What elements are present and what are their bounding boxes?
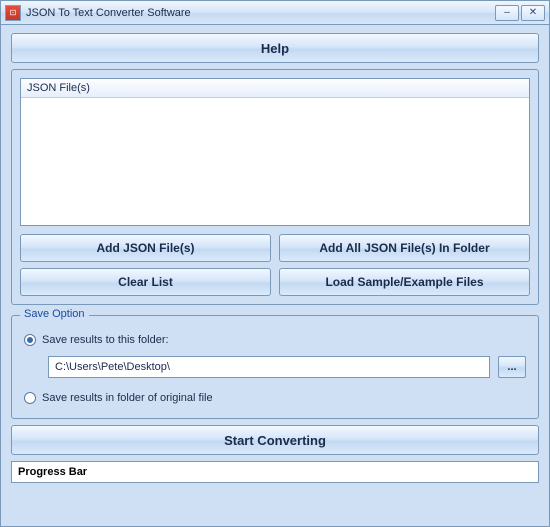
radio-to-folder[interactable] — [24, 334, 36, 346]
titlebar: ⊡ JSON To Text Converter Software – ✕ — [1, 1, 549, 25]
help-button[interactable]: Help — [11, 33, 539, 63]
file-section: JSON File(s) Add JSON File(s) Add All JS… — [11, 69, 539, 305]
clear-list-button[interactable]: Clear List — [20, 268, 271, 296]
app-icon: ⊡ — [5, 5, 21, 21]
radio-row-to-folder[interactable]: Save results to this folder: — [24, 334, 526, 346]
radio-original-label: Save results in folder of original file — [42, 392, 213, 404]
app-window: ⊡ JSON To Text Converter Software – ✕ He… — [0, 0, 550, 527]
save-option-group: Save Option Save results to this folder:… — [11, 315, 539, 419]
minimize-button[interactable]: – — [495, 5, 519, 21]
add-folder-button[interactable]: Add All JSON File(s) In Folder — [279, 234, 530, 262]
path-row: C:\Users\Pete\Desktop\ ... — [24, 350, 526, 388]
save-option-title: Save Option — [20, 308, 89, 320]
start-converting-button[interactable]: Start Converting — [11, 425, 539, 455]
file-list-header: JSON File(s) — [21, 79, 529, 98]
window-title: JSON To Text Converter Software — [26, 7, 493, 19]
radio-to-folder-label: Save results to this folder: — [42, 334, 169, 346]
file-list-container: JSON File(s) — [12, 70, 538, 234]
file-list[interactable]: JSON File(s) — [20, 78, 530, 226]
add-json-files-button[interactable]: Add JSON File(s) — [20, 234, 271, 262]
progress-bar: Progress Bar — [11, 461, 539, 483]
button-row-2: Clear List Load Sample/Example Files — [12, 268, 538, 296]
client-area: Help JSON File(s) Add JSON File(s) Add A… — [1, 25, 549, 526]
load-samples-button[interactable]: Load Sample/Example Files — [279, 268, 530, 296]
radio-row-original[interactable]: Save results in folder of original file — [24, 392, 526, 404]
path-input[interactable]: C:\Users\Pete\Desktop\ — [48, 356, 490, 378]
radio-original-folder[interactable] — [24, 392, 36, 404]
button-row-1: Add JSON File(s) Add All JSON File(s) In… — [12, 234, 538, 262]
browse-button[interactable]: ... — [498, 356, 526, 378]
close-button[interactable]: ✕ — [521, 5, 545, 21]
